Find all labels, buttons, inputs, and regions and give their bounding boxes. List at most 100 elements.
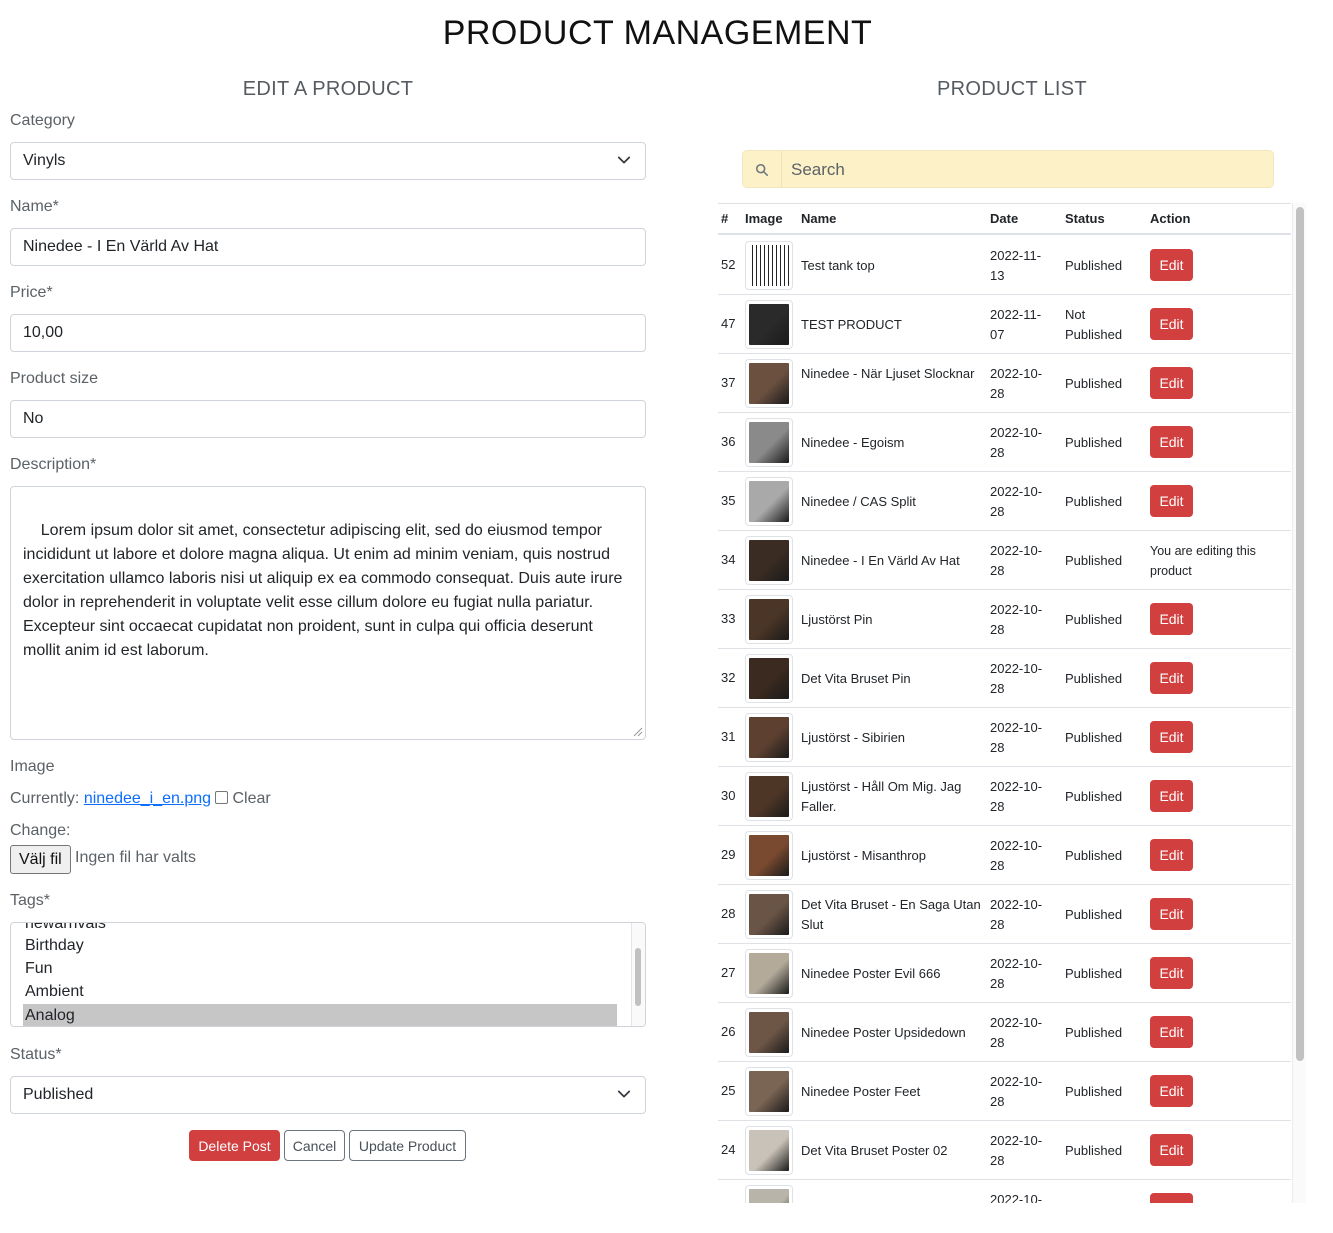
image-label: Image: [10, 758, 55, 775]
delete-post-button[interactable]: Delete Post: [189, 1130, 280, 1161]
current-image-link[interactable]: ninedee_i_en.png: [84, 790, 211, 807]
search-bar[interactable]: Search: [742, 150, 1274, 188]
tag-option[interactable]: Fun: [25, 957, 619, 980]
search-divider: [781, 151, 782, 187]
edit-button[interactable]: Edit: [1150, 1193, 1193, 1203]
edit-button[interactable]: Edit: [1150, 721, 1193, 753]
table-row: 36 Ninedee - Egoism 2022-10-28 Published Edi…: [718, 413, 1291, 472]
product-status: Published: [1065, 907, 1123, 922]
table-row: 52 Test tank top 2022-11-13 Published Edit: [718, 236, 1291, 295]
product-date: 2022-10-28: [990, 779, 1043, 814]
row-id: 30: [721, 788, 736, 803]
product-thumbnail: [745, 1008, 793, 1057]
column-header-image: Image: [745, 211, 783, 226]
cancel-button[interactable]: Cancel: [284, 1130, 345, 1161]
edit-button[interactable]: Edit: [1150, 1075, 1193, 1107]
product-thumbnail: [745, 241, 793, 290]
product-thumbnail: [745, 713, 793, 762]
table-header: # Image Name Date Status Action: [718, 203, 1291, 235]
tags-scrollbar-thumb[interactable]: [635, 948, 641, 1006]
tag-option-selected[interactable]: Analog: [23, 1004, 617, 1026]
edit-button[interactable]: Edit: [1150, 367, 1193, 399]
resize-grip-icon[interactable]: [633, 727, 643, 737]
row-id: 35: [721, 493, 736, 508]
edit-button[interactable]: Edit: [1150, 603, 1193, 635]
product-name: Ljustörst - Misanthrop: [801, 848, 926, 863]
tags-multiselect[interactable]: newarrivals Birthday Fun Ambient Analog: [10, 922, 646, 1027]
search-input[interactable]: Search: [791, 160, 845, 180]
table-row: 37 Ninedee - När Ljuset Slocknar 2022-10-2…: [718, 354, 1291, 413]
edit-button[interactable]: Edit: [1150, 485, 1193, 517]
description-textarea[interactable]: Lorem ipsum dolor sit amet, consectetur …: [10, 486, 646, 740]
product-status: Published: [1065, 612, 1123, 627]
clear-label: Clear: [232, 790, 271, 807]
product-thumbnail: [745, 890, 793, 939]
edit-button[interactable]: Edit: [1150, 662, 1193, 694]
list-scrollbar[interactable]: [1292, 203, 1306, 1203]
product-name: Ljustörst Pin: [801, 612, 873, 627]
table-row: 23 Det Vita Bruset Poster 1 2022-10-28 Publ…: [718, 1180, 1291, 1203]
choose-file-button[interactable]: Välj fil: [10, 845, 71, 874]
product-name: Ninedee / CAS Split: [801, 494, 916, 509]
name-input[interactable]: Ninedee - I En Värld Av Hat: [10, 228, 646, 266]
product-thumbnail: [745, 536, 793, 585]
edit-button[interactable]: Edit: [1150, 957, 1193, 989]
edit-button[interactable]: Edit: [1150, 898, 1193, 930]
table-row: 32 Det Vita Bruset Pin 2022-10-28 Published…: [718, 649, 1291, 708]
list-scrollbar-thumb[interactable]: [1296, 207, 1304, 1061]
row-id: 23: [721, 1201, 735, 1203]
column-header-action: Action: [1150, 211, 1191, 226]
product-date: 2022-10-28: [990, 720, 1043, 755]
product-thumbnail: [745, 1067, 793, 1116]
status-select[interactable]: Published: [10, 1076, 646, 1114]
price-input[interactable]: 10,00: [10, 314, 646, 352]
product-name: Ljustörst - Sibirien: [801, 730, 906, 745]
product-status: Published: [1065, 1143, 1123, 1158]
product-status: Published: [1065, 671, 1123, 686]
product-size-input[interactable]: No: [10, 400, 646, 438]
product-status: Published: [1065, 1025, 1123, 1040]
product-thumbnail: [745, 359, 793, 408]
name-label: Name*: [10, 198, 59, 215]
row-id: 31: [721, 729, 736, 744]
tags-scrollbar[interactable]: [631, 923, 645, 1026]
edit-button[interactable]: Edit: [1150, 1016, 1193, 1048]
edit-button[interactable]: Edit: [1150, 839, 1193, 871]
currently-label: Currently:: [10, 790, 80, 807]
product-thumbnail: [745, 654, 793, 703]
row-id: 32: [721, 670, 736, 685]
edit-button[interactable]: Edit: [1150, 426, 1193, 458]
edit-button[interactable]: Edit: [1150, 780, 1193, 812]
row-id: 25: [721, 1083, 736, 1098]
clear-image-checkbox[interactable]: [215, 791, 229, 804]
table-row: 24 Det Vita Bruset Poster 02 2022-10-28 Pub…: [718, 1121, 1291, 1180]
product-date: 2022-10-28: [990, 956, 1043, 991]
tag-option[interactable]: Birthday: [25, 934, 619, 957]
page-title: PRODUCT MANAGEMENT: [442, 14, 873, 52]
column-header-number: #: [721, 211, 729, 226]
tag-option[interactable]: Ambient: [25, 980, 619, 1003]
product-status: Published: [1065, 494, 1123, 509]
product-date: 2022-10-28: [990, 661, 1043, 696]
image-current-row: Currently: ninedee_i_en.png Clear: [10, 790, 271, 808]
product-status: Published: [1065, 553, 1123, 568]
table-row: 30 Ljustörst - Håll Om Mig. Jag Faller. 20…: [718, 767, 1291, 826]
edit-button[interactable]: Edit: [1150, 1134, 1193, 1166]
product-status: Published: [1065, 1084, 1123, 1099]
update-product-button[interactable]: Update Product: [349, 1130, 466, 1161]
edit-button[interactable]: Edit: [1150, 308, 1193, 340]
table-row: 25 Ninedee Poster Feet 2022-10-28 Published…: [718, 1062, 1291, 1121]
product-date: 2022-11-07: [990, 307, 1042, 342]
product-date: 2022-10-28: [990, 838, 1043, 873]
product-date: 2022-10-28: [990, 484, 1043, 519]
product-name: Det Vita Bruset Poster 1: [801, 1200, 986, 1203]
edit-button[interactable]: Edit: [1150, 249, 1193, 281]
product-name: Det Vita Bruset Pin: [801, 671, 911, 686]
row-id: 47: [721, 316, 736, 331]
product-status: Published: [1065, 1200, 1140, 1203]
product-status: Not Published: [1065, 307, 1123, 342]
row-id: 34: [721, 552, 736, 567]
name-value: Ninedee - I En Värld Av Hat: [23, 238, 219, 255]
category-select[interactable]: Vinyls: [10, 142, 646, 180]
product-date: 2022-10-28: [990, 1192, 1043, 1203]
